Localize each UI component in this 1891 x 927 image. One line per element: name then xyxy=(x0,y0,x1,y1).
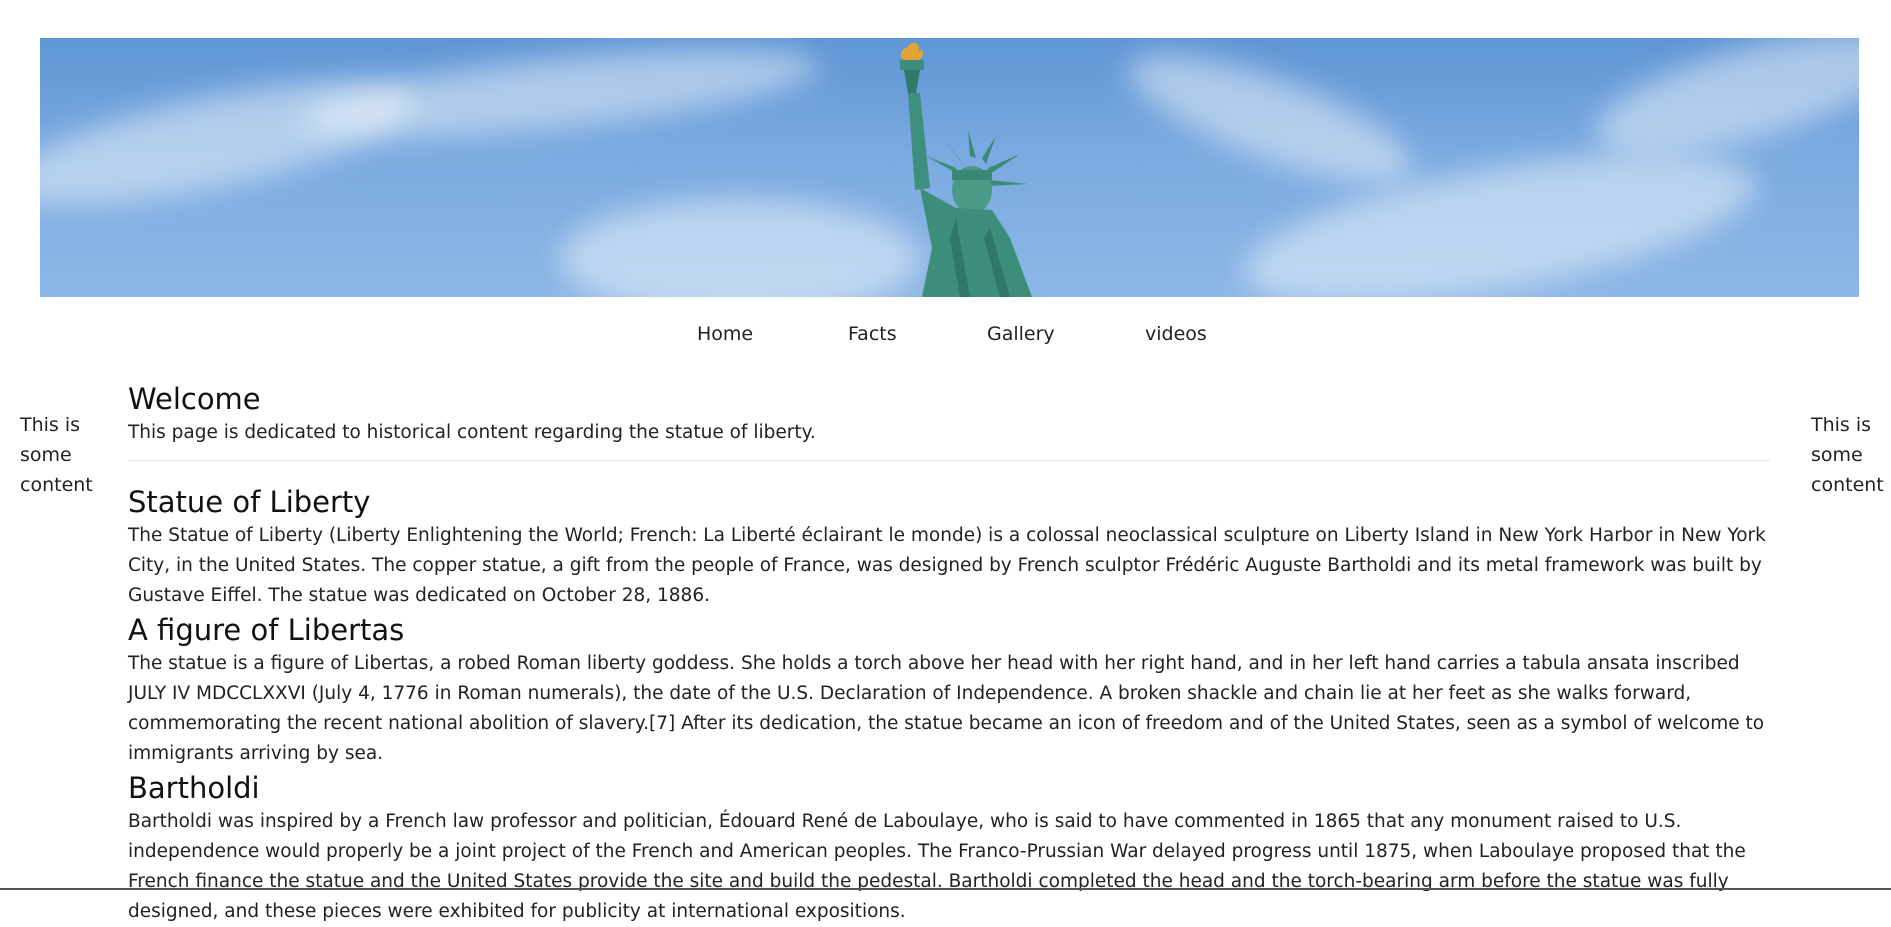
section-paragraph: Bartholdi was inspired by a French law p… xyxy=(128,811,1746,922)
header-banner-image xyxy=(40,38,1859,297)
sidebar-line: some xyxy=(20,444,72,466)
welcome-heading: Welcome xyxy=(128,382,261,416)
section-paragraph: The statue is a figure of Libertas, a ro… xyxy=(128,653,1765,764)
sidebar-line: This is xyxy=(1811,414,1872,436)
section-heading: A figure of Libertas xyxy=(128,613,405,647)
section-heading: Bartholdi xyxy=(128,771,260,805)
section-heading: Statue of Liberty xyxy=(128,485,371,519)
main-nav: Home Facts Gallery videos xyxy=(0,323,1891,347)
section-statue-of-liberty: Statue of Liberty The Statue of Liberty … xyxy=(128,483,1770,611)
sidebar-line: content xyxy=(20,474,93,496)
nav-videos-link[interactable]: videos xyxy=(1145,323,1207,345)
right-sidebar: This is some content xyxy=(1811,410,1891,500)
section-paragraph: The Statue of Liberty (Liberty Enlighten… xyxy=(128,525,1766,606)
section-bartholdi: Bartholdi Bartholdi was inspired by a Fr… xyxy=(128,769,1770,927)
nav-home-link[interactable]: Home xyxy=(697,323,753,345)
sidebar-line: some xyxy=(1811,444,1863,466)
sidebar-line: This is xyxy=(20,414,81,436)
sidebar-line: content xyxy=(1811,474,1884,496)
main-content: Welcome This page is dedicated to histor… xyxy=(128,380,1770,927)
nav-gallery-link[interactable]: Gallery xyxy=(987,323,1055,345)
nav-facts-link[interactable]: Facts xyxy=(848,323,897,345)
left-sidebar: This is some content xyxy=(20,410,100,500)
welcome-text: This page is dedicated to historical con… xyxy=(128,422,816,443)
statue-of-liberty-image xyxy=(900,42,1032,297)
section-figure-of-libertas: A figure of Libertas The statue is a fig… xyxy=(128,611,1770,769)
divider xyxy=(128,460,1770,461)
